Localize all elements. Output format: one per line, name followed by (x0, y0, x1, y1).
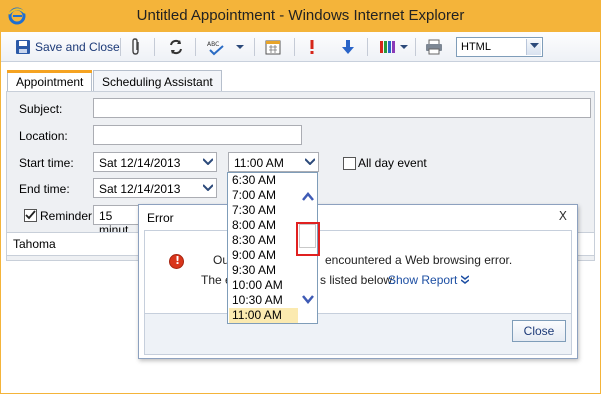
chevron-down-icon (530, 43, 539, 48)
spellcheck-icon: ABC (207, 41, 224, 56)
start-date-picker[interactable]: Sat 12/14/2013 (93, 152, 217, 172)
toolbar-separator (195, 38, 196, 56)
all-day-checkbox[interactable] (343, 157, 356, 170)
tab-strip: Appointment Scheduling Assistant (1, 62, 600, 93)
close-icon[interactable]: X (559, 209, 567, 223)
start-time-picker[interactable]: 11:00 AM (228, 152, 319, 172)
tab-scheduling-assistant-label: Scheduling Assistant (102, 75, 213, 89)
calendar-button[interactable] (265, 36, 281, 58)
location-label: Location: (19, 129, 68, 143)
importance-low-icon (342, 40, 354, 54)
error-detail-end: s listed below: (320, 273, 396, 287)
print-button[interactable] (425, 36, 443, 58)
save-and-close-label: Save and Close (35, 40, 120, 54)
importance-high-icon (310, 40, 314, 54)
title-bar: Untitled Appointment - Windows Internet … (0, 0, 601, 32)
chevron-down-icon[interactable] (203, 158, 213, 165)
tab-scheduling-assistant[interactable]: Scheduling Assistant (93, 70, 222, 92)
print-icon (426, 39, 442, 55)
toolbar-separator (120, 38, 121, 56)
time-option[interactable]: 8:00 AM (229, 218, 298, 233)
tab-appointment[interactable]: Appointment (6, 70, 93, 93)
chevron-down-icon[interactable] (236, 44, 244, 50)
error-message-end: encountered a Web browsing error. (325, 253, 513, 267)
time-option[interactable]: 9:00 AM (229, 248, 298, 263)
dropdown-button[interactable] (526, 39, 541, 55)
svg-text:ABC: ABC (207, 41, 219, 48)
scroll-down-icon[interactable] (302, 295, 314, 304)
categorize-icon (380, 41, 395, 53)
checkmark-icon (25, 210, 36, 220)
toolbar-separator (254, 38, 255, 56)
message-format-value: HTML (461, 41, 491, 53)
save-icon (16, 40, 30, 54)
window-title: Untitled Appointment - Windows Internet … (136, 7, 465, 24)
reminder-select[interactable]: 15 minut (93, 205, 143, 237)
error-dialog: Error X Outlo encountered a Web browsing… (138, 204, 578, 359)
start-date-value: Sat 12/14/2013 (99, 156, 181, 170)
all-day-label: All day event (358, 156, 427, 170)
start-time-label: Start time: (19, 156, 74, 170)
importance-low-button[interactable] (342, 36, 354, 58)
time-option[interactable]: 6:30 AM (229, 173, 298, 188)
reminder-checkbox[interactable] (24, 209, 37, 222)
toolbar-separator (154, 38, 155, 56)
highlight-annotation (296, 222, 320, 256)
message-format-select[interactable]: HTML (456, 37, 543, 57)
time-option[interactable]: 7:30 AM (229, 203, 298, 218)
time-option[interactable]: 7:00 AM (229, 188, 298, 203)
importance-high-button[interactable] (308, 36, 316, 58)
start-time-value: 11:00 AM (234, 156, 284, 170)
subject-input[interactable] (93, 98, 591, 118)
close-button[interactable]: Close (512, 320, 566, 342)
attach-button[interactable] (129, 36, 143, 58)
toolbar-separator (415, 38, 416, 56)
recurrence-icon (170, 39, 182, 55)
time-option[interactable]: 11:00 AM (229, 308, 298, 323)
dialog-footer: Close (145, 313, 571, 354)
show-report-link[interactable]: Show Report (388, 273, 470, 287)
subject-label: Subject: (19, 102, 63, 116)
time-option[interactable]: 10:30 AM (229, 293, 298, 308)
scroll-up-icon[interactable] (302, 192, 314, 201)
chevron-down-icon[interactable] (305, 158, 315, 165)
toolbar-separator (294, 38, 295, 56)
spellcheck-button[interactable]: ABC (206, 36, 244, 58)
time-option[interactable]: 9:30 AM (229, 263, 298, 278)
toolbar-separator (367, 38, 368, 56)
error-icon (169, 254, 184, 269)
attach-icon (132, 38, 139, 55)
calendar-icon (265, 40, 281, 55)
show-report-label: Show Report (388, 273, 458, 287)
end-date-value: Sat 12/14/2013 (99, 182, 181, 196)
categorize-button[interactable] (379, 36, 408, 58)
dialog-title: Error (147, 211, 174, 225)
reminder-label: Reminder: (40, 209, 96, 223)
dialog-body: Outlo encountered a Web browsing error. … (144, 230, 572, 355)
font-name-select[interactable]: Tahoma (13, 237, 56, 251)
chevron-down-icon[interactable] (400, 44, 408, 50)
recurrence-button[interactable] (167, 36, 185, 58)
time-option[interactable]: 10:00 AM (229, 278, 298, 293)
chevron-down-icon[interactable] (203, 184, 213, 191)
time-option[interactable]: 8:30 AM (229, 233, 298, 248)
tab-appointment-label: Appointment (16, 75, 84, 89)
end-time-label: End time: (19, 182, 70, 196)
location-input[interactable] (93, 125, 302, 145)
save-and-close-button[interactable]: Save and Close (15, 36, 120, 58)
double-chevron-down-icon (460, 275, 470, 284)
end-date-picker[interactable]: Sat 12/14/2013 (93, 178, 217, 198)
